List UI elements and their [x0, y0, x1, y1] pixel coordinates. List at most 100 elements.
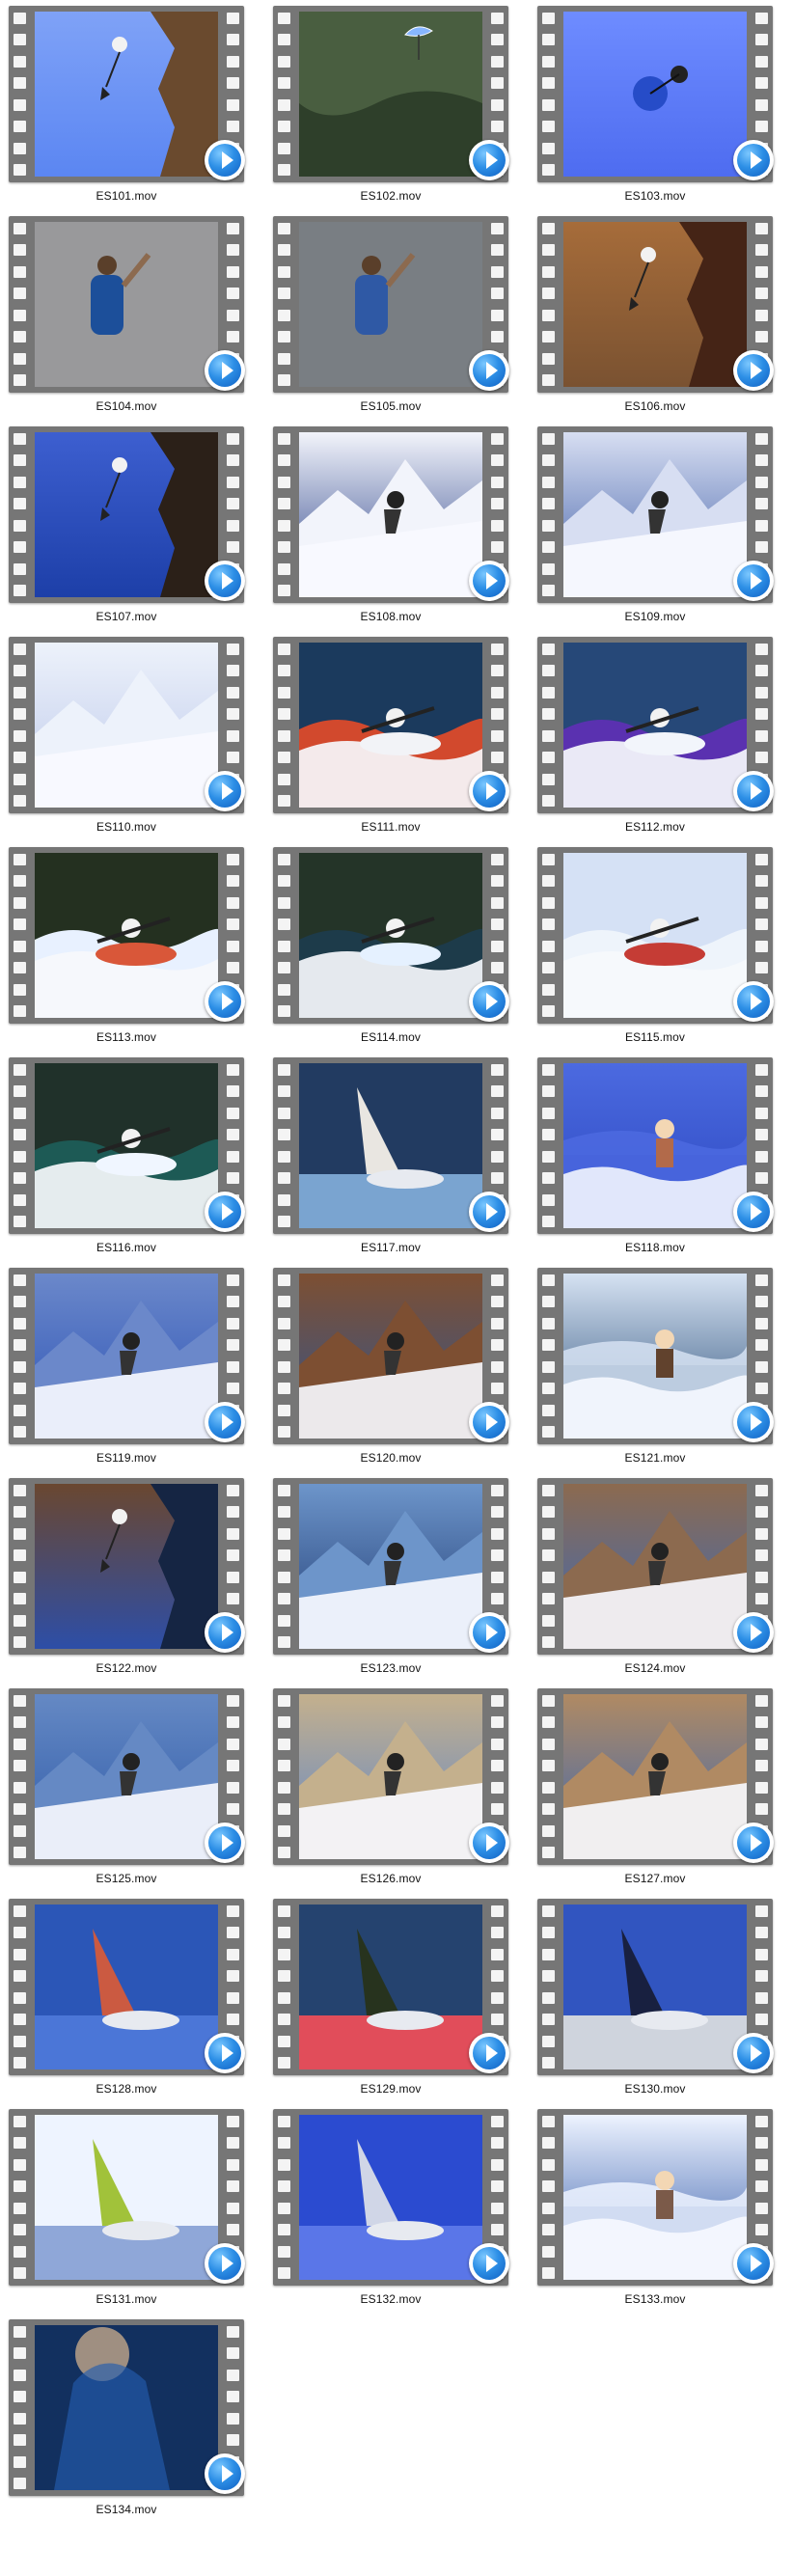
- video-file-tile[interactable]: ES133.mov: [529, 2103, 781, 2306]
- film-hole: [278, 2137, 290, 2150]
- video-file-tile[interactable]: ES103.mov: [529, 0, 781, 203]
- play-icon: [205, 2243, 245, 2284]
- film-hole: [14, 13, 26, 24]
- film-hole: [755, 265, 768, 278]
- film-hole: [14, 1571, 26, 1583]
- video-file-tile[interactable]: ES119.mov: [0, 1262, 253, 1465]
- film-hole: [542, 142, 555, 154]
- film-hole: [542, 1571, 555, 1583]
- film-hole: [14, 752, 26, 764]
- video-file-tile[interactable]: ES106.mov: [529, 210, 781, 413]
- film-hole: [278, 77, 290, 90]
- film-hole: [755, 1107, 768, 1119]
- film-hole: [278, 1716, 290, 1729]
- film-holes-left: [14, 2116, 26, 2279]
- film-hole: [755, 854, 768, 865]
- video-file-tile[interactable]: ES114.mov: [264, 841, 517, 1044]
- film-hole: [278, 352, 290, 365]
- film-hole: [755, 1383, 768, 1395]
- film-hole: [755, 1927, 768, 1939]
- video-file-tile[interactable]: ES128.mov: [0, 1893, 253, 2096]
- film-hole: [542, 1193, 555, 1206]
- video-file-tile[interactable]: ES101.mov: [0, 0, 253, 203]
- video-file-tile[interactable]: ES131.mov: [0, 2103, 253, 2306]
- video-file-tile[interactable]: ES110.mov: [0, 631, 253, 834]
- video-file-tile[interactable]: ES108.mov: [264, 421, 517, 623]
- video-file-tile[interactable]: ES116.mov: [0, 1052, 253, 1254]
- film-hole: [278, 1695, 290, 1707]
- film-hole: [227, 98, 239, 111]
- video-file-tile[interactable]: ES105.mov: [264, 210, 517, 413]
- film-hole: [542, 2014, 555, 2026]
- film-hole: [14, 1927, 26, 1939]
- video-frame: [299, 222, 482, 387]
- film-hole: [491, 1107, 504, 1119]
- video-file-tile[interactable]: ES107.mov: [0, 421, 253, 623]
- video-file-tile[interactable]: ES123.mov: [264, 1472, 517, 1675]
- film-hole: [14, 541, 26, 554]
- video-file-tile[interactable]: ES127.mov: [529, 1683, 781, 1885]
- video-file-tile[interactable]: ES125.mov: [0, 1683, 253, 1885]
- film-holes-left: [542, 13, 555, 176]
- film-hole: [542, 454, 555, 467]
- video-frame: [563, 1274, 747, 1439]
- video-file-tile[interactable]: ES121.mov: [529, 1262, 781, 1465]
- film-hole: [542, 1635, 555, 1648]
- video-thumbnail-image: [299, 1484, 482, 1649]
- film-hole: [755, 476, 768, 488]
- film-hole: [278, 896, 290, 909]
- video-file-tile[interactable]: ES112.mov: [529, 631, 781, 834]
- video-file-tile[interactable]: ES117.mov: [264, 1052, 517, 1254]
- video-file-tile[interactable]: ES113.mov: [0, 841, 253, 1044]
- film-hole: [278, 1970, 290, 1983]
- video-file-tile[interactable]: ES124.mov: [529, 1472, 781, 1675]
- video-file-tile[interactable]: ES129.mov: [264, 1893, 517, 2096]
- video-file-tile[interactable]: ES120.mov: [264, 1262, 517, 1465]
- file-name: ES119.mov: [96, 1451, 157, 1465]
- film-hole: [491, 121, 504, 133]
- video-thumbnail-image: [299, 222, 482, 387]
- video-file-tile[interactable]: ES132.mov: [264, 2103, 517, 2306]
- film-hole: [278, 223, 290, 234]
- video-file-tile[interactable]: ES118.mov: [529, 1052, 781, 1254]
- play-icon: [733, 981, 774, 1022]
- film-hole: [14, 2245, 26, 2258]
- film-hole: [14, 55, 26, 68]
- film-hole: [491, 1485, 504, 1496]
- video-file-tile[interactable]: ES111.mov: [264, 631, 517, 834]
- video-file-tile[interactable]: ES130.mov: [529, 1893, 781, 2096]
- video-thumbnail-image: [563, 1063, 747, 1228]
- video-file-tile[interactable]: ES109.mov: [529, 421, 781, 623]
- film-hole: [542, 1846, 555, 1858]
- file-name: ES124.mov: [624, 1661, 686, 1675]
- file-name: ES127.mov: [624, 1872, 686, 1885]
- film-hole: [227, 2224, 239, 2236]
- video-thumbnail-image: [299, 12, 482, 177]
- film-hole: [14, 1846, 26, 1858]
- film-hole: [278, 541, 290, 554]
- video-thumbnail-image: [35, 1063, 218, 1228]
- file-name: ES111.mov: [361, 820, 421, 834]
- video-file-tile[interactable]: ES134.mov: [0, 2314, 253, 2516]
- play-icon: [469, 2243, 509, 2284]
- film-hole: [542, 2180, 555, 2193]
- film-hole: [278, 1317, 290, 1329]
- film-hole: [14, 519, 26, 532]
- file-name: ES123.mov: [360, 1661, 422, 1675]
- video-file-tile[interactable]: ES102.mov: [264, 0, 517, 203]
- film-hole: [278, 2180, 290, 2193]
- video-thumbnail-image: [299, 2115, 482, 2280]
- video-thumbnail-image: [299, 643, 482, 808]
- film-hole: [14, 476, 26, 488]
- video-file-tile[interactable]: ES104.mov: [0, 210, 253, 413]
- film-hole: [491, 34, 504, 46]
- video-file-tile[interactable]: ES122.mov: [0, 1472, 253, 1675]
- film-hole: [542, 1150, 555, 1163]
- video-file-tile[interactable]: ES126.mov: [264, 1683, 517, 1885]
- film-holes-left: [278, 1485, 290, 1648]
- film-hole: [14, 983, 26, 996]
- video-file-tile[interactable]: ES115.mov: [529, 841, 781, 1044]
- film-hole: [278, 1927, 290, 1939]
- film-hole: [542, 1296, 555, 1308]
- film-hole: [542, 1760, 555, 1772]
